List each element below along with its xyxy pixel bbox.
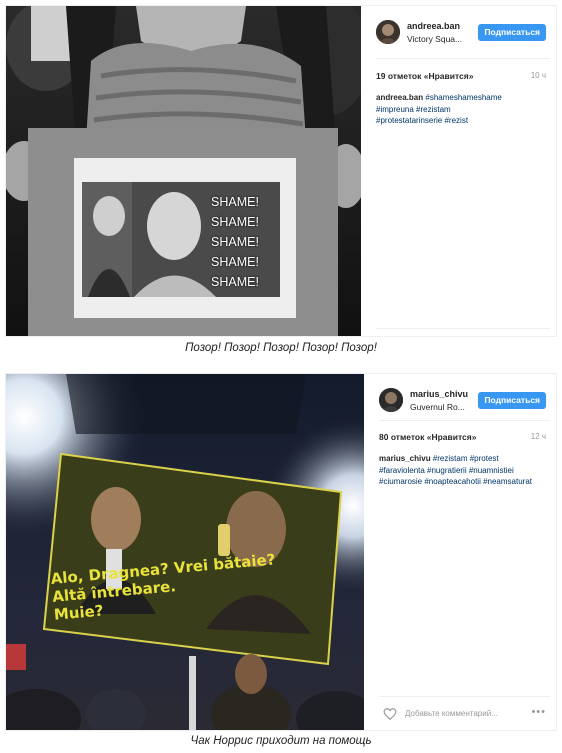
post-photo-shame-sign[interactable]: SHAME! SHAME! SHAME! SHAME! SHAME! bbox=[6, 6, 361, 336]
figure-caption: Позор! Позор! Позор! Позор! Позор! bbox=[185, 342, 377, 354]
hashtag[interactable]: #protestatarinserie #rezist bbox=[376, 115, 546, 127]
post-header: marius_chivu Guvernul Ro... Подписаться bbox=[379, 386, 550, 418]
follow-button[interactable]: Подписаться bbox=[478, 392, 546, 409]
likes-count[interactable]: 80 отметок «Нравится» bbox=[379, 432, 476, 442]
more-options-icon[interactable]: ••• bbox=[531, 706, 546, 718]
username-link[interactable]: marius_chivu bbox=[410, 389, 468, 399]
add-comment-input[interactable]: Добавьте комментарий... bbox=[405, 709, 498, 718]
follow-button[interactable]: Подписаться bbox=[478, 24, 546, 41]
post-time[interactable]: 10 ч bbox=[531, 71, 546, 80]
hashtag[interactable]: #faraviolenta #nugratierii #nuamnistiei bbox=[379, 465, 546, 477]
divider bbox=[379, 420, 550, 421]
avatar[interactable] bbox=[379, 388, 403, 412]
sign-text-shame: SHAME! SHAME! SHAME! SHAME! SHAME! bbox=[211, 192, 281, 292]
divider bbox=[376, 328, 550, 329]
post-caption: andreea.ban #shameshameshame #impreuna #… bbox=[376, 92, 546, 127]
caption-username[interactable]: marius_chivu bbox=[379, 454, 431, 463]
location-link[interactable]: Guvernul Ro... bbox=[410, 402, 465, 412]
comment-bar: Добавьте комментарий... ••• bbox=[379, 704, 550, 724]
hashtag[interactable]: #impreuna #rezistam bbox=[376, 104, 546, 116]
instagram-post-1: SHAME! SHAME! SHAME! SHAME! SHAME! andre… bbox=[5, 5, 557, 337]
post-header: andreea.ban Victory Squa... Подписаться bbox=[376, 18, 550, 50]
sign-word: SHAME! bbox=[211, 195, 259, 209]
instagram-post-2: Alo, Dragnea? Vrei bătaie? Altă întrebar… bbox=[5, 373, 557, 731]
sign-word: SHAME! bbox=[211, 275, 259, 289]
post-sidebar: andreea.ban Victory Squa... Подписаться … bbox=[366, 6, 556, 336]
sign-word: SHAME! bbox=[211, 235, 259, 249]
divider bbox=[376, 58, 550, 59]
hashtag[interactable]: #rezistam #protest bbox=[433, 454, 499, 463]
post-time[interactable]: 12 ч bbox=[531, 432, 546, 441]
hashtag[interactable]: #shameshameshame bbox=[425, 93, 501, 102]
heart-icon[interactable] bbox=[383, 707, 397, 721]
post-sidebar: marius_chivu Guvernul Ro... Подписаться … bbox=[369, 374, 556, 730]
post-caption: marius_chivu #rezistam #protest #faravio… bbox=[379, 453, 546, 488]
post-photo-chuck-norris-sign[interactable]: Alo, Dragnea? Vrei bătaie? Altă întrebar… bbox=[6, 374, 364, 730]
figure-caption: Чак Норрис приходит на помощь bbox=[190, 735, 372, 747]
caption-username[interactable]: andreea.ban bbox=[376, 93, 423, 102]
likes-count[interactable]: 19 отметок «Нравится» bbox=[376, 71, 473, 81]
avatar[interactable] bbox=[376, 20, 400, 44]
sign-word: SHAME! bbox=[211, 215, 259, 229]
location-link[interactable]: Victory Squa... bbox=[407, 34, 462, 44]
divider bbox=[379, 696, 550, 697]
sign-word: SHAME! bbox=[211, 255, 259, 269]
hashtag[interactable]: #ciumarosie #noapteacahotii #neamsaturat bbox=[379, 476, 546, 488]
username-link[interactable]: andreea.ban bbox=[407, 21, 460, 31]
